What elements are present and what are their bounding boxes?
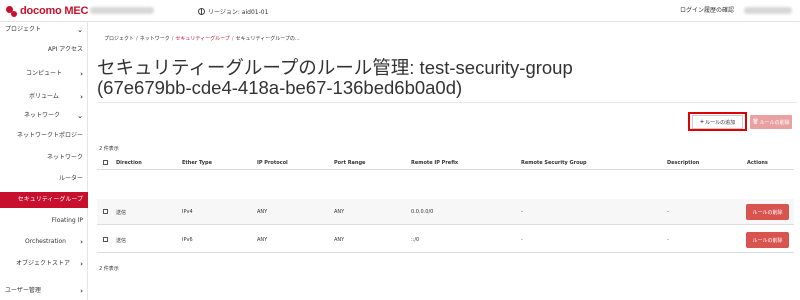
- sidebar-item-floating-ip[interactable]: Floating IP: [0, 213, 88, 229]
- sidebar-item-label: Floating IP: [51, 217, 83, 224]
- chevron-down-icon: ⌄: [77, 26, 83, 34]
- docomo-logo-icon: [6, 5, 17, 17]
- breadcrumb-project[interactable]: プロジェクト: [104, 36, 134, 42]
- sidebar: プロジェクト ⌄ API アクセス コンピュート › ボリューム › ネットワー…: [0, 22, 88, 300]
- delete-rule-button[interactable]: ルールの削除: [746, 232, 789, 248]
- table-row: 送信 IPv6 ANY ANY ::/0 - - ルールの削除: [97, 227, 794, 253]
- globe-icon: [198, 7, 205, 15]
- blurred-project-selector[interactable]: [90, 7, 154, 14]
- breadcrumb: プロジェクト / ネットワーク / セキュリティーグループ / セキュリティーグループの..…: [104, 35, 300, 42]
- main-content: プロジェクト / ネットワーク / セキュリティーグループ / セキュリティーグループの..…: [88, 22, 800, 300]
- column-header-actions: Actions: [747, 160, 768, 166]
- sidebar-item-orchestration[interactable]: Orchestration ›: [0, 234, 88, 250]
- sidebar-item-label: プロジェクト: [5, 26, 42, 33]
- sidebar-item-network[interactable]: ネットワーク ⌄: [0, 108, 88, 124]
- sidebar-item-security-groups[interactable]: セキュリティーグループ: [0, 192, 88, 208]
- login-history-link[interactable]: ログイン履歴の確認: [680, 5, 734, 17]
- sidebar-item-object-store[interactable]: オブジェクトストア ›: [0, 256, 88, 272]
- chevron-right-icon: ›: [80, 260, 83, 268]
- trash-icon: 🗑︎: [752, 119, 759, 125]
- cell-port-range: ANY: [334, 237, 345, 243]
- breadcrumb-security-groups[interactable]: セキュリティーグループ: [175, 36, 229, 42]
- cell-remote-security-group: -: [521, 237, 523, 243]
- sidebar-item-label: Orchestration: [25, 238, 66, 245]
- sidebar-item-label: ユーザー管理: [5, 287, 41, 294]
- sidebar-item-routers[interactable]: ルーター: [0, 171, 88, 187]
- sidebar-item-label: コンピュート: [26, 70, 63, 77]
- chevron-right-icon: ›: [80, 70, 83, 78]
- table-header: Direction Ether Type IP Protocol Port Ra…: [97, 156, 794, 170]
- row-checkbox[interactable]: [103, 237, 108, 242]
- cell-ip-protocol: ANY: [257, 209, 268, 215]
- breadcrumb-separator: /: [136, 36, 138, 42]
- chevron-right-icon: ›: [80, 238, 83, 246]
- column-header-description[interactable]: Description: [667, 160, 699, 166]
- sidebar-item-label: オブジェクトストア: [16, 260, 71, 267]
- sidebar-item-networks[interactable]: ネットワーク: [0, 150, 88, 166]
- divider: [97, 102, 797, 103]
- sidebar-item-label: ネットワーク: [24, 112, 61, 119]
- cell-direction: 送信: [116, 210, 127, 216]
- delete-rule-button[interactable]: ルールの削除: [746, 204, 789, 220]
- cell-ip-protocol: ANY: [257, 237, 268, 243]
- sidebar-item-label: ネットワークトポロジー: [16, 132, 83, 139]
- sidebar-item-api-access[interactable]: API アクセス: [0, 42, 88, 58]
- sidebar-item-network-topology[interactable]: ネットワークトポロジー: [0, 128, 88, 144]
- sidebar-item-volume[interactable]: ボリューム ›: [0, 89, 88, 105]
- sidebar-item-project[interactable]: プロジェクト ⌄: [0, 22, 88, 38]
- sidebar-item-label: API アクセス: [47, 46, 83, 53]
- cell-ether-type: IPv6: [182, 237, 193, 243]
- brand-logo[interactable]: docomo MEC: [6, 4, 88, 18]
- item-count-top: 2 件表示: [99, 146, 119, 152]
- page-title: セキュリティーグループのルール管理: test-security-group (…: [97, 57, 573, 98]
- column-header-ip-protocol[interactable]: IP Protocol: [257, 160, 288, 166]
- brand-name: docomo MEC: [20, 5, 89, 17]
- column-header-remote-security-group[interactable]: Remote Security Group: [521, 160, 587, 166]
- region-label: リージョン: aid01-01: [208, 8, 269, 16]
- column-header-remote-ip-prefix[interactable]: Remote IP Prefix: [411, 160, 458, 166]
- cell-ether-type: IPv4: [182, 209, 193, 215]
- cell-port-range: ANY: [334, 209, 345, 215]
- cell-remote-security-group: -: [521, 209, 523, 215]
- sidebar-item-label: ボリューム: [29, 93, 59, 100]
- chevron-down-icon: ⌄: [77, 112, 83, 120]
- select-all-checkbox[interactable]: [103, 160, 108, 165]
- column-header-direction[interactable]: Direction: [116, 160, 142, 166]
- row-checkbox[interactable]: [103, 209, 108, 214]
- table-row: 送信 IPv4 ANY ANY 0.0.0.0/0 - - ルールの削除: [97, 199, 794, 225]
- chevron-right-icon: ›: [80, 287, 83, 295]
- breadcrumb-separator: /: [231, 36, 234, 42]
- highlight-box: [688, 112, 747, 131]
- cell-description: -: [667, 209, 669, 215]
- breadcrumb-separator: /: [171, 36, 174, 42]
- delete-rules-label: ルールの削除: [759, 119, 790, 126]
- item-count-bottom: 2 件表示: [99, 266, 119, 272]
- delete-rules-button[interactable]: 🗑︎ ルールの削除: [750, 115, 792, 129]
- breadcrumb-network[interactable]: ネットワーク: [140, 36, 170, 42]
- region-selector[interactable]: リージョン: aid01-01: [198, 5, 268, 17]
- column-header-port-range[interactable]: Port Range: [334, 160, 365, 166]
- sidebar-item-label: セキュリティーグループ: [17, 196, 83, 203]
- cell-description: -: [667, 237, 669, 243]
- blurred-user-menu[interactable]: [744, 7, 792, 14]
- sidebar-item-compute[interactable]: コンピュート ›: [0, 66, 88, 82]
- chevron-right-icon: ›: [80, 93, 83, 101]
- breadcrumb-current: セキュリティーグループの...: [235, 36, 300, 42]
- sidebar-item-label: ネットワーク: [46, 154, 83, 161]
- cell-remote-ip-prefix: ::/0: [411, 237, 420, 243]
- sidebar-item-user-management[interactable]: ユーザー管理 ›: [0, 283, 88, 299]
- top-bar: docomo MEC リージョン: aid01-01 ログイン履歴の確認: [0, 0, 800, 22]
- column-header-ether-type[interactable]: Ether Type: [182, 160, 212, 166]
- cell-direction: 送信: [116, 238, 127, 244]
- cell-remote-ip-prefix: 0.0.0.0/0: [411, 209, 434, 215]
- sidebar-item-label: ルーター: [58, 175, 83, 182]
